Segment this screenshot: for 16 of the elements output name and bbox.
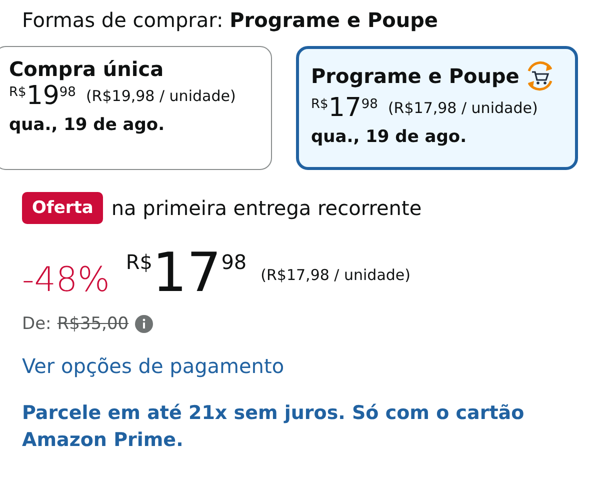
option-title: Programe e Poupe bbox=[311, 64, 520, 88]
option-title: Compra única bbox=[9, 57, 164, 81]
list-price-label: De: bbox=[22, 314, 52, 334]
deal-badge: Oferta bbox=[22, 192, 104, 224]
info-icon[interactable] bbox=[134, 315, 153, 333]
payment-options-link[interactable]: Ver opções de pagamento bbox=[22, 354, 284, 378]
deal-text: na primeira entrega recorrente bbox=[111, 196, 422, 220]
list-price: R$35,00 bbox=[57, 314, 129, 334]
installments-offer: Parcele em até 21x sem juros. Só com o cartão Amazon Prime. bbox=[22, 401, 526, 453]
unit-price: (R$17,98 / unidade) bbox=[260, 265, 410, 284]
delivery-date: qua., 19 de ago. bbox=[311, 127, 468, 147]
unit-price: (R$19,98 / unidade) bbox=[86, 86, 236, 105]
delivery-date: qua., 19 de ago. bbox=[9, 115, 166, 135]
section-heading: Formas de comprar: Programe e Poupe bbox=[22, 8, 439, 32]
unit-price: (R$17,98 / unidade) bbox=[388, 98, 538, 117]
discount-percent: -48% bbox=[22, 260, 110, 300]
